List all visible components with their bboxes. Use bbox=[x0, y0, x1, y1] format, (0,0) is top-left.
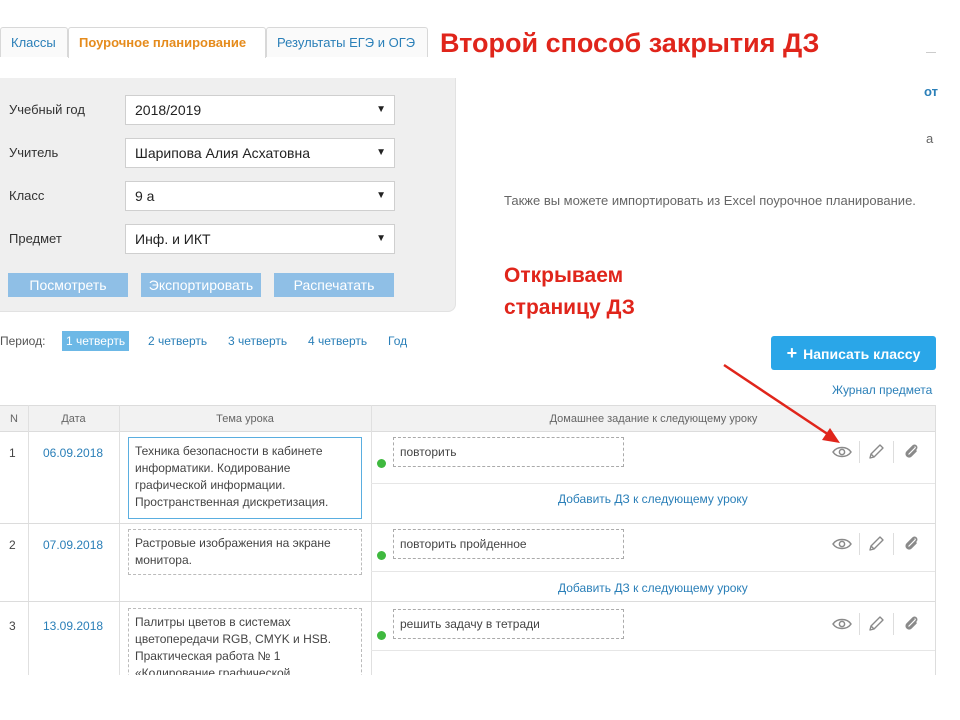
annotation-text: Открываем страницу ДЗ bbox=[504, 260, 635, 324]
icon-separator bbox=[859, 441, 860, 463]
table-header: N Дата Тема урока Домашнее задание к сле… bbox=[0, 405, 935, 432]
tab-bar: Классы Поурочное планирование Результаты… bbox=[0, 27, 428, 58]
pencil-icon[interactable] bbox=[866, 614, 886, 634]
dropdown-caret-icon: ▼ bbox=[376, 190, 386, 201]
icon-separator bbox=[893, 441, 894, 463]
row-divider bbox=[371, 650, 935, 651]
export-button[interactable]: Экспортировать bbox=[141, 273, 261, 297]
homework-field[interactable]: повторить пройденное bbox=[393, 529, 624, 559]
paperclip-icon[interactable] bbox=[901, 534, 921, 554]
period-q4[interactable]: 4 четверть bbox=[304, 331, 371, 351]
year-select[interactable]: 2018/2019 ▼ bbox=[125, 95, 395, 125]
tab-exam-results[interactable]: Результаты ЕГЭ и ОГЭ bbox=[266, 27, 428, 57]
homework-field[interactable]: решить задачу в тетради bbox=[393, 609, 624, 639]
view-button[interactable]: Посмотреть bbox=[8, 273, 128, 297]
filter-row-subject: Предмет Инф. и ИКТ ▼ bbox=[0, 224, 456, 254]
select-value: Шарипова Алия Асхатовна bbox=[135, 145, 310, 161]
select-value: 2018/2019 bbox=[135, 102, 202, 118]
paperclip-icon[interactable] bbox=[901, 614, 921, 634]
table-row: 1 06.09.2018 Техника безопасности в каби… bbox=[0, 432, 935, 524]
period-year[interactable]: Год bbox=[384, 331, 411, 351]
topic-field[interactable]: Палитры цветов в системах цветопередачи … bbox=[128, 608, 362, 675]
period-label: Период: bbox=[0, 334, 46, 348]
import-hint: Также вы можете импортировать из Excel п… bbox=[504, 193, 916, 208]
table-row: 2 07.09.2018 Растровые изображения на эк… bbox=[0, 524, 935, 602]
row-date[interactable]: 13.09.2018 bbox=[43, 619, 103, 633]
icon-separator bbox=[859, 613, 860, 635]
page: Классы Поурочное планирование Результаты… bbox=[0, 0, 960, 720]
status-dot bbox=[377, 551, 386, 560]
period-q3[interactable]: 3 четверть bbox=[224, 331, 291, 351]
status-dot bbox=[377, 459, 386, 468]
topic-field[interactable]: Техника безопасности в кабинете информат… bbox=[128, 437, 362, 519]
pencil-icon[interactable] bbox=[866, 534, 886, 554]
status-dot bbox=[377, 631, 386, 640]
period-q1[interactable]: 1 четверть bbox=[62, 331, 130, 351]
header-homework: Домашнее задание к следующему уроку bbox=[549, 413, 758, 425]
annotation-line: Открываем bbox=[504, 264, 624, 287]
tab-classes[interactable]: Классы bbox=[0, 27, 68, 57]
row-divider bbox=[371, 571, 935, 572]
select-value: 9 а bbox=[135, 188, 155, 204]
dropdown-caret-icon: ▼ bbox=[376, 104, 386, 115]
eye-icon[interactable] bbox=[832, 614, 852, 634]
row-date[interactable]: 07.09.2018 bbox=[43, 538, 103, 552]
filter-label: Учебный год bbox=[9, 102, 85, 117]
add-homework-link[interactable]: Добавить ДЗ к следующему уроку bbox=[558, 492, 748, 506]
filter-row-year: Учебный год 2018/2019 ▼ bbox=[0, 95, 456, 125]
class-select[interactable]: 9 а ▼ bbox=[125, 181, 395, 211]
teacher-select[interactable]: Шарипова Алия Асхатовна ▼ bbox=[125, 138, 395, 168]
annotation-line: страницу ДЗ bbox=[504, 296, 635, 319]
dropdown-caret-icon: ▼ bbox=[376, 233, 386, 244]
eye-icon[interactable] bbox=[832, 442, 852, 462]
subject-journal-link[interactable]: Журнал предмета bbox=[832, 383, 932, 397]
edge-text-top: от bbox=[924, 84, 938, 99]
icon-separator bbox=[893, 613, 894, 635]
header-date: Дата bbox=[61, 413, 86, 425]
pencil-icon[interactable] bbox=[866, 442, 886, 462]
row-number: 3 bbox=[9, 619, 16, 633]
homework-field[interactable]: повторить bbox=[393, 437, 624, 467]
period-q2[interactable]: 2 четверть bbox=[144, 331, 211, 351]
dropdown-caret-icon: ▼ bbox=[376, 147, 386, 158]
header-topic: Тема урока bbox=[216, 413, 274, 425]
print-button[interactable]: Распечатать bbox=[274, 273, 394, 297]
write-to-class-button[interactable]: + Написать классу bbox=[771, 336, 936, 370]
eye-icon[interactable] bbox=[832, 534, 852, 554]
header-num: N bbox=[10, 413, 18, 425]
icon-separator bbox=[893, 533, 894, 555]
filter-label: Предмет bbox=[9, 231, 62, 246]
select-value: Инф. и ИКТ bbox=[135, 231, 211, 247]
filter-panel: Учебный год 2018/2019 ▼ Учитель Шарипова … bbox=[0, 78, 456, 312]
filter-row-class: Класс 9 а ▼ bbox=[0, 181, 456, 211]
topic-field[interactable]: Растровые изображения на экране монитора… bbox=[128, 529, 362, 575]
row-number: 1 bbox=[9, 446, 16, 460]
button-label: Написать классу bbox=[803, 346, 921, 362]
slide-headline: Второй способ закрытия ДЗ bbox=[440, 28, 820, 58]
filter-label: Класс bbox=[9, 188, 45, 203]
subject-select[interactable]: Инф. и ИКТ ▼ bbox=[125, 224, 395, 254]
filter-label: Учитель bbox=[9, 145, 59, 160]
row-number: 2 bbox=[9, 538, 16, 552]
table-row: 3 13.09.2018 Палитры цветов в системах ц… bbox=[0, 602, 935, 675]
icon-separator bbox=[859, 533, 860, 555]
row-date[interactable]: 06.09.2018 bbox=[43, 446, 103, 460]
add-homework-link[interactable]: Добавить ДЗ к следующему уроку bbox=[558, 581, 748, 595]
filter-row-teacher: Учитель Шарипова Алия Асхатовна ▼ bbox=[0, 138, 456, 168]
plus-icon: + bbox=[786, 343, 798, 363]
paperclip-icon[interactable] bbox=[901, 442, 921, 462]
edge-text-middle: а bbox=[926, 131, 934, 146]
tab-lesson-planning[interactable]: Поурочное планирование bbox=[68, 27, 266, 58]
divider bbox=[926, 52, 936, 53]
lesson-table: N Дата Тема урока Домашнее задание к сле… bbox=[0, 405, 936, 675]
row-divider bbox=[371, 483, 935, 484]
